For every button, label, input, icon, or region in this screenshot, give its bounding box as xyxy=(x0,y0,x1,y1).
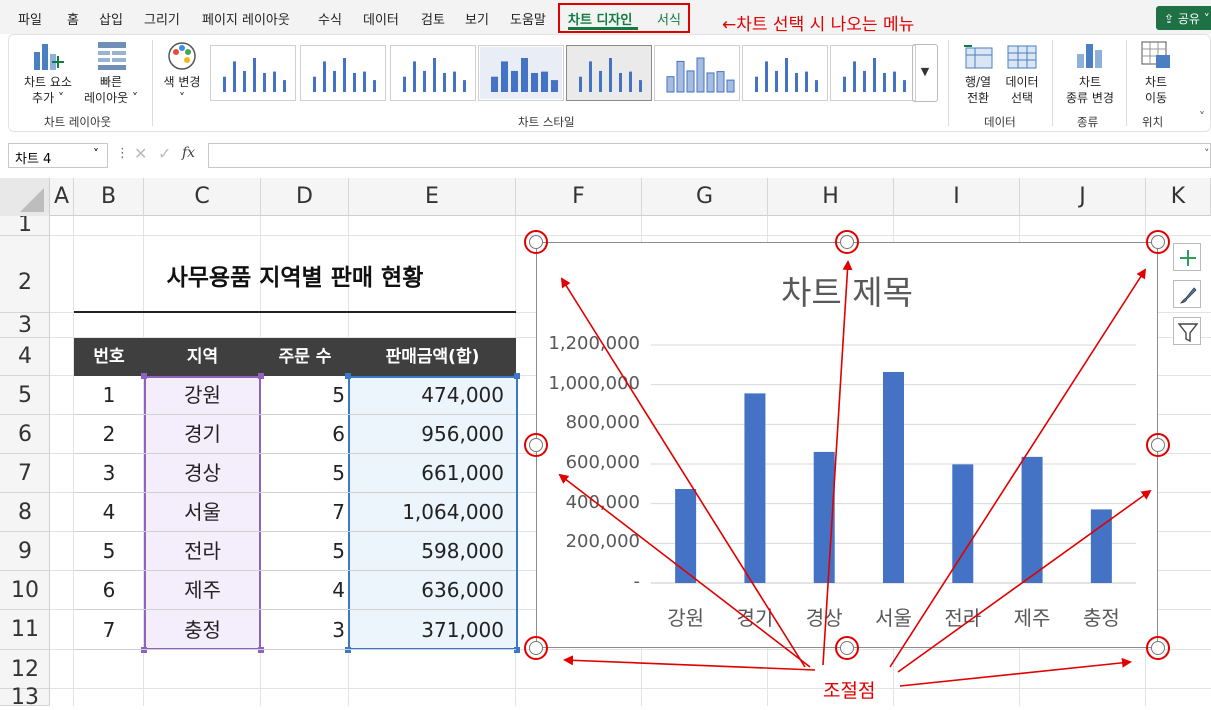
annotation-arrows xyxy=(558,260,1152,687)
annotation-handles-note: 조절점 xyxy=(823,680,876,702)
